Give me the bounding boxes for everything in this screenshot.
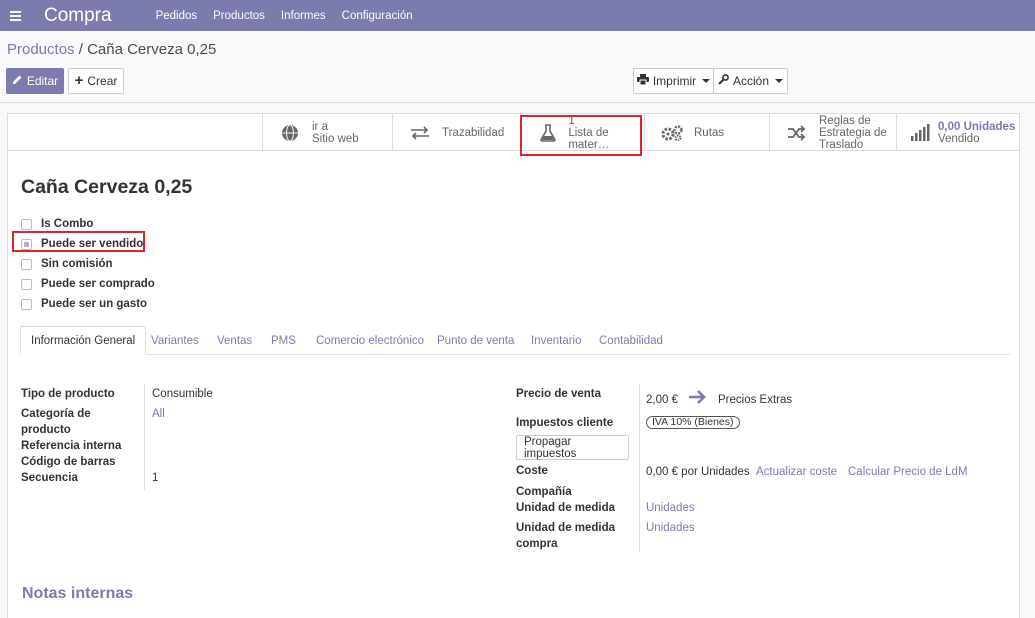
field-separator [639,384,640,552]
app-title[interactable]: Compra [44,5,112,27]
chevron-down-icon [702,79,711,83]
sequence-value[interactable]: 1 [152,470,158,486]
tax-tag[interactable]: IVA 10% (Bienes) [646,416,740,429]
putaway-line2: Estrategia de [819,126,887,139]
tab-inventory[interactable]: Inventario [531,326,582,355]
field-separator [144,384,145,490]
menu-item-productos[interactable]: Productos [213,10,265,22]
putaway-line3: Traslado [819,138,864,151]
sold-value: 0,00 Unidades [938,120,1016,133]
tab-variants[interactable]: Variantes [151,326,199,355]
can-be-expensed-checkbox[interactable]: Puede ser un gasto [21,296,147,312]
menu-item-pedidos[interactable]: Pedidos [156,10,198,22]
internal-notes-title: Notas internas [22,585,134,602]
sold-smart-button[interactable]: 0,00 Unidades Vendido [896,114,1019,151]
breadcrumb-separator: / [74,41,88,58]
compute-bom-price-link[interactable]: Calcular Precio de LdM [848,464,968,480]
website-line1: ir a [312,120,328,133]
sold-label: Vendido [938,132,980,145]
top-navbar: Compra Pedidos Productos Informes Config… [0,0,1035,31]
create-button[interactable]: + Crear [68,68,124,94]
checkbox-box[interactable] [21,258,32,270]
tab-pms[interactable]: PMS [271,326,296,355]
action-dropdown-button[interactable]: Acción [713,68,788,94]
breadcrumb-parent[interactable]: Productos [7,41,75,58]
signal-icon [907,123,933,142]
company-label: Compañía [516,486,572,498]
cost-value[interactable]: 0,00 € por Unidades [646,464,750,480]
tab-sales[interactable]: Ventas [217,326,252,355]
routes-label: Rutas [694,126,725,139]
form-sheet: ir a Sitio web Trazabilidad 1 Lista de mat… [7,113,1020,618]
website-smart-button[interactable]: ir a Sitio web [262,114,392,151]
print-label: Imprimir [652,74,697,88]
checkbox-label: Sin comisión [41,258,113,270]
customer-taxes-label: Impuestos cliente [516,417,614,429]
chevron-down-icon [775,79,784,83]
control-panel-divider [0,102,1035,103]
extra-prices-button[interactable]: Precios Extras [718,392,792,408]
checkbox-box[interactable] [21,278,32,290]
traceability-label: Trazabilidad [442,126,505,139]
sequence-label: Secuencia [21,472,78,484]
sale-price-value[interactable]: 2,00 € [646,392,678,408]
breadcrumb: Productos / Caña Cerveza 0,25 [7,41,216,58]
purchase-uom-label: Unidad de medida compra [516,522,616,550]
uom-value[interactable]: Unidades [646,500,695,516]
plus-icon: + [74,72,84,89]
routes-smart-button[interactable]: Rutas [644,114,769,151]
pencil-icon [12,74,23,88]
product-type-value[interactable]: Consumible [152,386,213,402]
internal-reference-label: Referencia interna [21,440,122,452]
checkbox-label: Puede ser comprado [41,278,155,290]
tab-ecommerce[interactable]: Comercio electrónico [316,326,424,355]
wrench-icon [718,74,729,88]
can-be-sold-highlight-box [12,231,145,252]
checkbox-label: Is Combo [41,218,94,230]
barcode-label: Código de barras [21,456,116,468]
menu-item-configuracion[interactable]: Configuración [342,10,413,22]
breadcrumb-current: Caña Cerveza 0,25 [87,41,217,58]
edit-label: Editar [26,74,59,88]
globe-icon [277,124,303,142]
action-label: Acción [732,74,770,88]
notebook-tabs: Información General Variantes Ventas PMS… [20,326,1010,355]
category-label: Categoría de producto [21,408,91,436]
category-value[interactable]: All [152,406,165,422]
propagate-taxes-button[interactable]: Propagar impuestos [516,435,629,460]
is-combo-checkbox[interactable]: Is Combo [21,216,93,232]
checkbox-box[interactable] [21,298,32,310]
print-icon [636,74,649,88]
tab-accounting[interactable]: Contabilidad [599,326,663,355]
arrow-right-icon[interactable] [688,389,708,408]
no-commission-checkbox[interactable]: Sin comisión [21,256,113,272]
website-line2: Sitio web [312,132,359,145]
smart-button-box: ir a Sitio web Trazabilidad 1 Lista de mat… [8,114,1019,151]
putaway-line1: Reglas de [819,114,871,127]
can-be-purchased-checkbox[interactable]: Puede ser comprado [21,276,155,292]
apps-menu-icon[interactable] [0,0,30,31]
print-dropdown-button[interactable]: Imprimir [633,68,714,94]
tab-general-information[interactable]: Información General [20,326,147,355]
update-cost-link[interactable]: Actualizar coste [756,464,837,480]
purchase-uom-value[interactable]: Unidades [646,520,695,536]
uom-label: Unidad de medida [516,502,616,514]
putaway-rules-smart-button[interactable]: Reglas de Estrategia de Traslado [769,114,896,151]
cogs-icon [659,124,685,141]
menu-item-informes[interactable]: Informes [281,10,326,22]
random-icon [784,124,810,141]
bom-highlight-box [520,115,642,156]
sale-price-label: Precio de venta [516,388,602,400]
checkbox-label: Puede ser un gasto [41,298,148,310]
exchange-icon [407,125,433,140]
traceability-smart-button[interactable]: Trazabilidad [392,114,521,151]
product-type-label: Tipo de producto [21,388,115,400]
product-name: Caña Cerveza 0,25 [21,176,193,198]
create-label: Crear [87,74,118,88]
tab-point-of-sale[interactable]: Punto de venta [437,326,514,355]
edit-button[interactable]: Editar [6,68,64,94]
checkbox-box[interactable] [21,218,32,230]
cost-label: Coste [516,465,548,477]
